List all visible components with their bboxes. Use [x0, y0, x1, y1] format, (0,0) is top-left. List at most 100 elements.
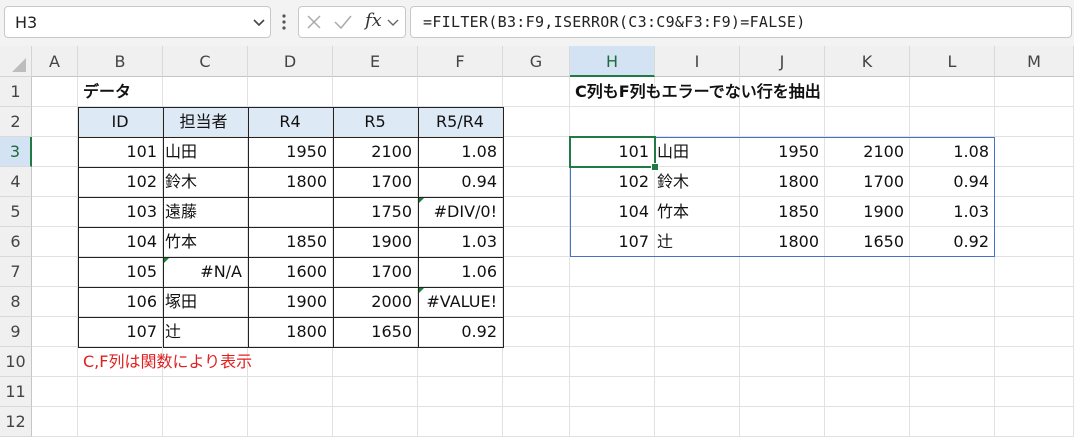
cell-a4[interactable] — [32, 167, 78, 197]
cell-m7[interactable] — [995, 257, 1074, 287]
cell-a2[interactable] — [32, 107, 78, 137]
cell-c8[interactable]: 塚田 — [163, 287, 248, 317]
cell-l3[interactable]: 1.08 — [910, 137, 995, 167]
cell-l7[interactable] — [910, 257, 995, 287]
cell-e6[interactable]: 1900 — [333, 227, 418, 257]
cell-m4[interactable] — [995, 167, 1074, 197]
column-header-j[interactable]: J — [740, 46, 825, 77]
cell-i11[interactable] — [655, 377, 740, 407]
error-indicator-icon[interactable] — [163, 257, 170, 264]
cell-b2[interactable]: ID — [78, 107, 163, 137]
formula-input[interactable]: =FILTER(B3:F9,ISERROR(C3:C9&F3:F9)=FALSE… — [410, 6, 1072, 38]
cell-m2[interactable] — [995, 107, 1074, 137]
cell-k11[interactable] — [825, 377, 910, 407]
cell-e12[interactable] — [333, 407, 418, 437]
cell-g7[interactable] — [503, 257, 570, 287]
cell-f12[interactable] — [418, 407, 503, 437]
cancel-icon[interactable] — [305, 13, 323, 31]
cell-l8[interactable] — [910, 287, 995, 317]
row-header-3[interactable]: 3 — [0, 137, 32, 167]
cell-j10[interactable] — [740, 347, 825, 377]
cell-d11[interactable] — [248, 377, 333, 407]
cell-h10[interactable] — [570, 347, 655, 377]
cell-l6[interactable]: 0.92 — [910, 227, 995, 257]
cell-h11[interactable] — [570, 377, 655, 407]
cell-f9[interactable]: 0.92 — [418, 317, 503, 347]
column-header-i[interactable]: I — [655, 46, 740, 77]
cell-h8[interactable] — [570, 287, 655, 317]
row-header-2[interactable]: 2 — [0, 107, 32, 137]
cell-i5[interactable]: 竹本 — [655, 197, 740, 227]
cell-b9[interactable]: 107 — [78, 317, 163, 347]
cell-k4[interactable]: 1700 — [825, 167, 910, 197]
row-header-9[interactable]: 9 — [0, 317, 32, 347]
column-header-k[interactable]: K — [825, 46, 910, 77]
cell-d3[interactable]: 1950 — [248, 137, 333, 167]
column-header-c[interactable]: C — [163, 46, 248, 77]
cell-k2[interactable] — [825, 107, 910, 137]
worksheet-grid[interactable]: A B C D E F G H I J K L M 1 データ C列もF列もエラーでない行を抽出 2 ID 担当者 R… — [0, 46, 1074, 437]
cell-i6[interactable]: 辻 — [655, 227, 740, 257]
cell-g12[interactable] — [503, 407, 570, 437]
cell-m3[interactable] — [995, 137, 1074, 167]
cell-l9[interactable] — [910, 317, 995, 347]
cell-a3[interactable] — [32, 137, 78, 167]
cell-h4[interactable]: 102 — [570, 167, 655, 197]
cell-h9[interactable] — [570, 317, 655, 347]
cell-b8[interactable]: 106 — [78, 287, 163, 317]
cell-a11[interactable] — [32, 377, 78, 407]
cell-l4[interactable]: 0.94 — [910, 167, 995, 197]
cell-i4[interactable]: 鈴木 — [655, 167, 740, 197]
cell-l5[interactable]: 1.03 — [910, 197, 995, 227]
cell-a5[interactable] — [32, 197, 78, 227]
more-options-icon[interactable] — [279, 8, 289, 36]
fill-handle[interactable] — [651, 163, 659, 171]
cell-j4[interactable]: 1800 — [740, 167, 825, 197]
cell-d8[interactable]: 1900 — [248, 287, 333, 317]
row-header-6[interactable]: 6 — [0, 227, 32, 257]
cell-a9[interactable] — [32, 317, 78, 347]
insert-function-icon[interactable]: fx — [365, 10, 382, 31]
cell-g5[interactable] — [503, 197, 570, 227]
cell-e3[interactable]: 2100 — [333, 137, 418, 167]
cell-a8[interactable] — [32, 287, 78, 317]
cell-j9[interactable] — [740, 317, 825, 347]
cell-m9[interactable] — [995, 317, 1074, 347]
cell-b1[interactable]: データ — [78, 77, 163, 107]
cell-c7[interactable]: #N/A — [163, 257, 248, 287]
cell-h7[interactable] — [570, 257, 655, 287]
cell-i10[interactable] — [655, 347, 740, 377]
cell-e7[interactable]: 1700 — [333, 257, 418, 287]
cell-f4[interactable]: 0.94 — [418, 167, 503, 197]
column-header-e[interactable]: E — [333, 46, 418, 77]
cell-d4[interactable]: 1800 — [248, 167, 333, 197]
cell-k5[interactable]: 1900 — [825, 197, 910, 227]
cell-k9[interactable] — [825, 317, 910, 347]
cell-m10[interactable] — [995, 347, 1074, 377]
column-header-g[interactable]: G — [503, 46, 570, 77]
cell-e10[interactable] — [333, 347, 418, 377]
cell-e9[interactable]: 1650 — [333, 317, 418, 347]
cell-g1[interactable] — [503, 77, 570, 107]
cell-e5[interactable]: 1750 — [333, 197, 418, 227]
error-indicator-icon[interactable] — [418, 287, 425, 294]
cell-k8[interactable] — [825, 287, 910, 317]
row-header-4[interactable]: 4 — [0, 167, 32, 197]
row-header-11[interactable]: 11 — [0, 377, 32, 407]
cell-d9[interactable]: 1800 — [248, 317, 333, 347]
cell-j11[interactable] — [740, 377, 825, 407]
cell-l10[interactable] — [910, 347, 995, 377]
cell-h1[interactable]: C列もF列もエラーでない行を抽出 — [570, 77, 821, 107]
cell-e4[interactable]: 1700 — [333, 167, 418, 197]
cell-g10[interactable] — [503, 347, 570, 377]
cell-d1[interactable] — [248, 77, 333, 107]
cell-f5[interactable]: #DIV/0! — [418, 197, 503, 227]
cell-h5[interactable]: 104 — [570, 197, 655, 227]
cell-c5[interactable]: 遠藤 — [163, 197, 248, 227]
cell-l12[interactable] — [910, 407, 995, 437]
cell-b12[interactable] — [78, 407, 163, 437]
cell-k1[interactable] — [825, 77, 910, 107]
cell-g8[interactable] — [503, 287, 570, 317]
cell-i9[interactable] — [655, 317, 740, 347]
cell-a7[interactable] — [32, 257, 78, 287]
